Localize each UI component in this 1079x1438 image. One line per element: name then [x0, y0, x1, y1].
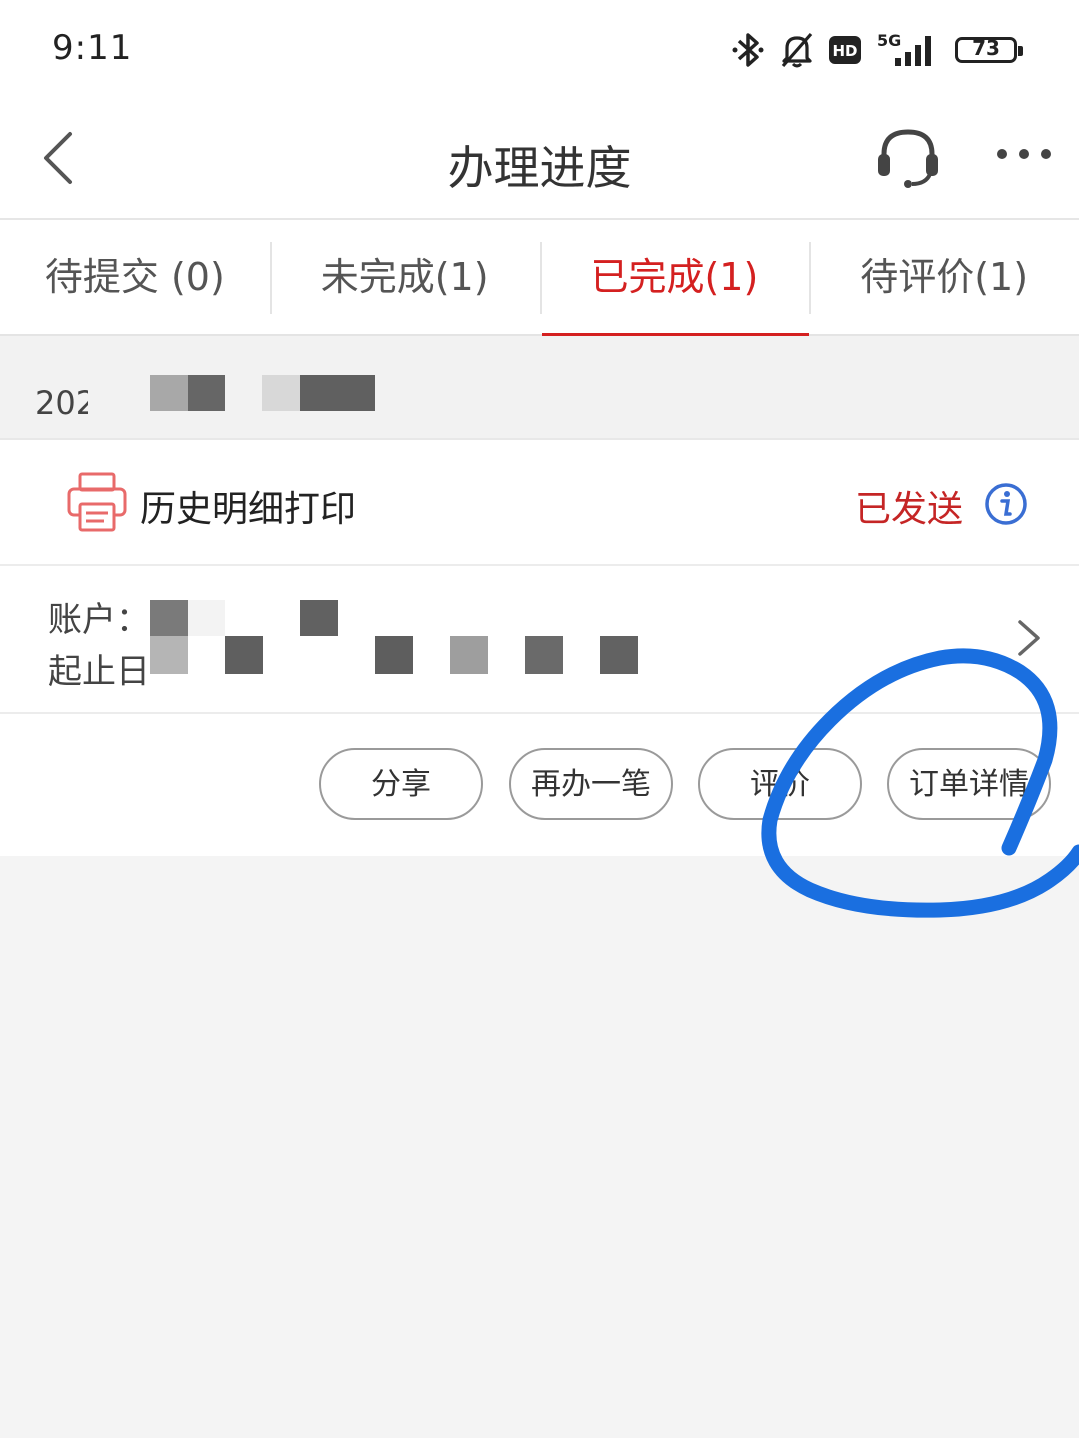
account-label: 账户：	[48, 600, 150, 640]
service-name: 历史明细打印	[140, 489, 357, 530]
more-dots-icon[interactable]	[994, 144, 1054, 164]
navbar: 办理进度	[0, 100, 1079, 220]
order-card: 历史明细打印 已发送 账户： 起止日 分享 再办一笔 评价 订单详情	[0, 440, 1079, 856]
signal-icon: 5G	[877, 31, 931, 66]
bluetooth-icon	[732, 33, 764, 67]
tab-pending-review[interactable]: 待评价(1)	[809, 220, 1079, 334]
review-button[interactable]: 评价	[698, 748, 862, 820]
mute-bell-icon	[781, 32, 813, 68]
order-info-row[interactable]: 账户： 起止日	[0, 566, 1079, 714]
chevron-right-icon	[1018, 620, 1040, 656]
status-time: 9:11	[52, 28, 133, 68]
tab-pending-submit[interactable]: 待提交 (0)	[0, 220, 270, 334]
hd-label: HD	[832, 42, 857, 60]
info-icon[interactable]	[984, 482, 1028, 526]
tab-completed[interactable]: 已完成(1)	[539, 220, 810, 336]
status-icons: HD 5G 73	[731, 28, 1023, 72]
printer-icon	[67, 472, 127, 532]
network-label: 5G	[877, 31, 901, 50]
headset-icon[interactable]	[872, 122, 944, 192]
order-date: 202	[35, 384, 97, 422]
order-date-header: 202	[0, 336, 1079, 440]
date-range-label: 起止日	[48, 652, 150, 692]
hd-icon: HD	[829, 36, 861, 64]
status-tabs: 待提交 (0) 未完成(1) 已完成(1) 待评价(1)	[0, 220, 1079, 336]
battery-level: 73	[972, 36, 1000, 60]
status-bar: 9:11 HD 5G 73	[0, 0, 1079, 100]
tab-incomplete[interactable]: 未完成(1)	[269, 220, 540, 334]
battery-icon: 73	[955, 36, 1023, 63]
order-actions: 分享 再办一笔 评价 订单详情	[0, 748, 1079, 824]
redo-button[interactable]: 再办一笔	[509, 748, 673, 820]
status-badge: 已发送	[855, 489, 964, 530]
share-button[interactable]: 分享	[319, 748, 483, 820]
order-service-row: 历史明细打印 已发送	[0, 440, 1079, 566]
order-detail-button[interactable]: 订单详情	[887, 748, 1051, 820]
